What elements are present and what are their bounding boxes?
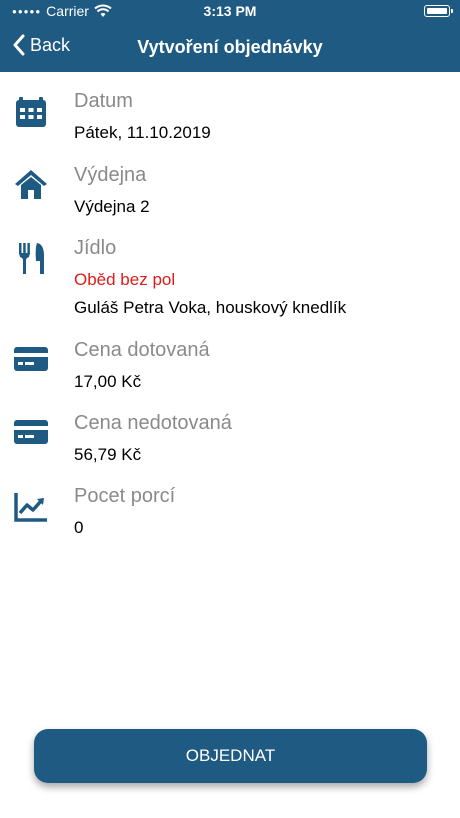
order-button[interactable]: OBJEDNAT xyxy=(34,729,427,783)
date-label: Datum xyxy=(74,90,133,112)
home-icon xyxy=(12,164,50,202)
portions-label: Pocet porcí xyxy=(74,485,176,507)
battery-icon xyxy=(424,5,453,17)
canteen-value: Výdejna 2 xyxy=(74,197,150,216)
chart-line-icon xyxy=(12,487,50,525)
canteen-label: Výdejna xyxy=(74,164,147,186)
price-subsidized-value: 17,00 Kč xyxy=(74,372,142,391)
order-button-label: OBJEDNAT xyxy=(185,746,276,765)
meal-type: Oběd bez pol xyxy=(74,270,176,289)
meal-name: Guláš Petra Voka, houskový knedlík xyxy=(74,298,347,317)
portions-value: 0 xyxy=(74,518,84,537)
status-time: 3:13 PM xyxy=(203,3,257,19)
status-bar: ●●●●● Carrier 3:13 PM xyxy=(0,0,460,24)
price-unsubsidized-value: 56,79 Kč xyxy=(74,445,142,464)
meal-label: Jídlo xyxy=(74,237,117,259)
credit-card-icon xyxy=(12,339,50,377)
page-title: Vytvoření objednávky xyxy=(137,37,323,57)
price-subsidized-label: Cena dotovaná xyxy=(74,339,210,361)
navigation-header: ●●●●● Carrier 3:13 PM Back Vytvoření obj… xyxy=(0,0,460,72)
price-unsubsidized-label: Cena nedotovaná xyxy=(74,412,232,434)
calendar-icon xyxy=(12,92,50,130)
credit-card-icon xyxy=(12,412,50,450)
date-value: Pátek, 11.10.2019 xyxy=(74,123,211,142)
utensils-icon xyxy=(12,239,50,277)
